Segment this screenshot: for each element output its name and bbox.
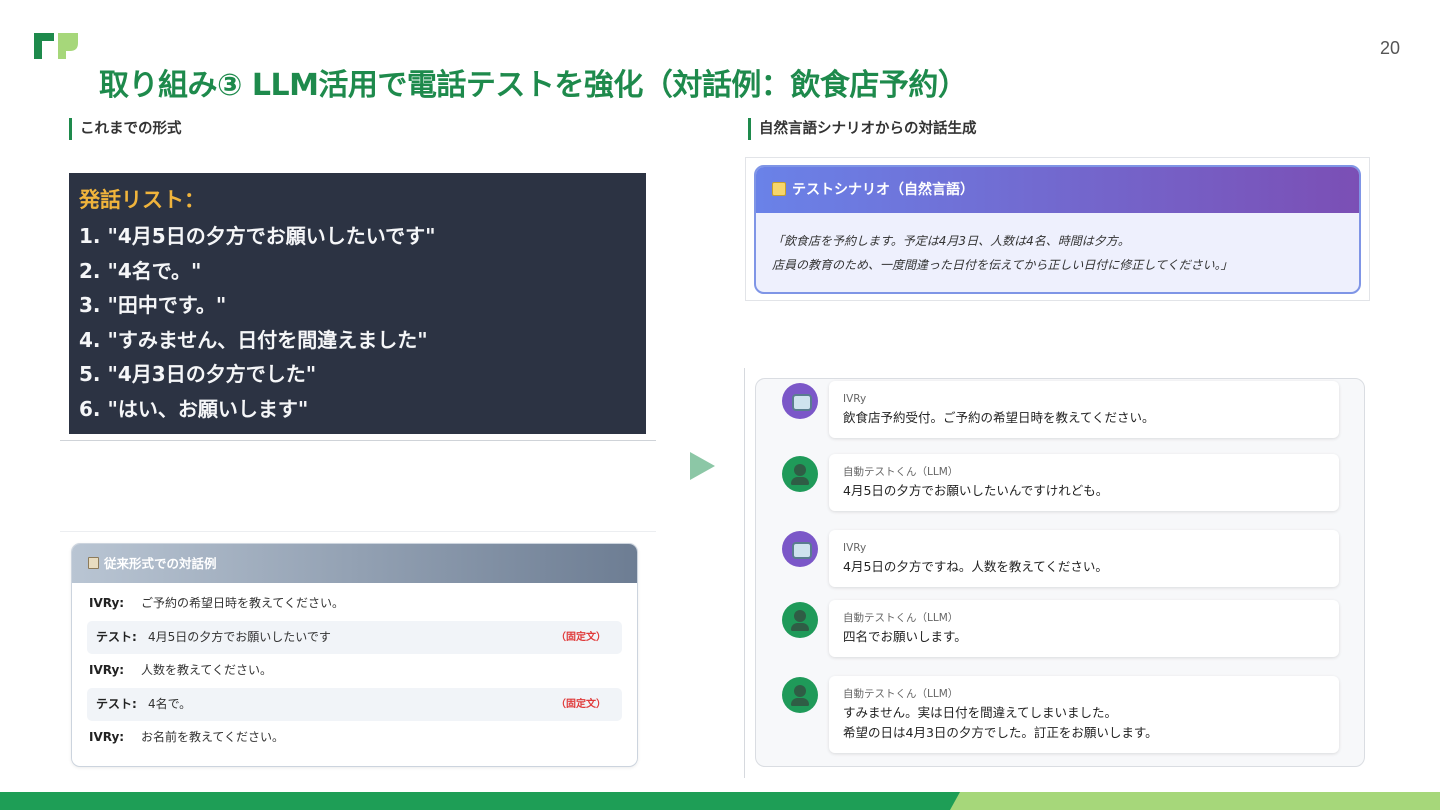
chat-sender: 自動テストくん（LLM）: [843, 612, 959, 624]
utterance-list-item: 1. "4月5日の夕方でお願いしたいです": [79, 224, 436, 248]
dialogue-row: IVRy: ご予約の希望日時を教えてください。: [87, 587, 622, 621]
bot-avatar-icon: [782, 531, 818, 567]
dialogue-speaker: IVRy:: [89, 663, 125, 677]
user-avatar-icon: [782, 602, 818, 638]
dialogue-text: 4名で。: [148, 696, 192, 711]
scenario-text: 「飲食店を予約します。予定は4月3日、人数は4名、時間は夕方。 店員の教育のため…: [772, 234, 1233, 272]
fixed-text-tag: （固定文）: [556, 698, 606, 710]
section-label-previous: これまでの形式: [69, 118, 182, 140]
utterance-list-title: 発話リスト：: [79, 188, 205, 212]
dialogue-speaker: テスト:: [96, 629, 137, 644]
conventional-dialogue-card: 従来形式での対話例 IVRy: ご予約の希望日時を教えてください。テスト: 4月5日…: [71, 543, 638, 767]
chat-sender: IVRy: [843, 393, 867, 405]
scenario-header: テストシナリオ（自然言語）: [756, 167, 1359, 213]
utterance-list-item: 5. "4月3日の夕方でした": [79, 362, 317, 386]
bot-avatar-icon: [782, 383, 818, 419]
divider: [744, 368, 745, 778]
chat-bubble: 自動テストくん（LLM） 4月5日の夕方でお願いしたいんですけれども。: [829, 454, 1339, 511]
divider: [60, 531, 656, 532]
footer-bar: [0, 792, 1000, 810]
chat-text: 4月5日の夕方ですね。人数を教えてください。: [843, 559, 1108, 574]
utterance-list-item: 2. "4名で。": [79, 258, 202, 283]
chat-text: 四名でお願いします。: [843, 629, 967, 644]
dialogue-text: ご予約の希望日時を教えてください。: [141, 596, 345, 610]
dialogue-text: お名前を教えてください。: [141, 730, 285, 744]
chat-text: 4月5日の夕方でお願いしたいんですけれども。: [843, 483, 1109, 498]
chat-bubble: 自動テストくん（LLM） すみません。実は日付を間違えてしまいました。希望の日は4…: [829, 676, 1339, 753]
dialogue-row: テスト: 4名で。 （固定文）: [87, 687, 622, 721]
chat-bubble: IVRy 4月5日の夕方ですね。人数を教えてください。: [829, 530, 1339, 587]
fixed-text-tag: （固定文）: [556, 631, 606, 643]
chat-text: 希望の日は4月3日の夕方でした。訂正をお願いします。: [843, 725, 1158, 740]
generated-chat-panel: IVRy 飲食店予約受付。ご予約の希望日時を教えてください。 自動テストくん（LLM…: [755, 378, 1365, 767]
conventional-dialogue-header: 従来形式での対話例: [72, 544, 637, 583]
chat-sender: 自動テストくん（LLM）: [843, 466, 959, 478]
memo-icon: [772, 182, 786, 196]
brand-logo-icon: [34, 33, 78, 59]
utterance-list-item: 3. "田中です。": [79, 293, 227, 317]
utterance-list-item: 6. "はい、お願いします": [79, 396, 309, 421]
chat-sender: IVRy: [843, 542, 867, 554]
chat-bubble: 自動テストくん（LLM） 四名でお願いします。: [829, 600, 1339, 657]
clipboard-icon: [88, 557, 99, 569]
chat-sender: 自動テストくん（LLM）: [843, 688, 959, 700]
user-avatar-icon: [782, 456, 818, 492]
section-label-natural-language: 自然言語シナリオからの対話生成: [748, 118, 977, 140]
dialogue-speaker: IVRy:: [89, 730, 125, 744]
utterance-list-panel: 発話リスト： 1. "4月5日の夕方でお願いしたいです" 2. "4名で。" 3. …: [69, 173, 646, 434]
dialogue-row: IVRy: お名前を教えてください。: [87, 721, 622, 755]
page-number: 20: [1379, 38, 1400, 58]
footer-bar-accent: [950, 792, 1440, 810]
dialogue-speaker: IVRy:: [89, 596, 125, 610]
dialogue-row: IVRy: 人数を教えてください。: [87, 654, 622, 688]
dialogue-speaker: テスト:: [96, 696, 137, 711]
chat-text: 飲食店予約受付。ご予約の希望日時を教えてください。: [843, 410, 1155, 425]
dialogue-text: 4月5日の夕方でお願いしたいです: [148, 629, 331, 644]
user-avatar-icon: [782, 677, 818, 713]
divider: [60, 440, 656, 441]
page-title: 取り組み③ LLM活用で電話テストを強化（対話例：飲食店予約）: [99, 68, 968, 103]
dialogue-text: 人数を教えてください。: [141, 663, 273, 677]
dialogue-row: テスト: 4月5日の夕方でお願いしたいです （固定文）: [87, 620, 622, 654]
utterance-list-item: 4. "すみません、日付を間違えました": [79, 327, 428, 352]
chat-text: すみません。実は日付を間違えてしまいました。: [843, 705, 1118, 720]
arrow-right-icon: [690, 452, 715, 480]
chat-bubble: IVRy 飲食店予約受付。ご予約の希望日時を教えてください。: [829, 381, 1339, 438]
scenario-card: テストシナリオ（自然言語） 「飲食店を予約します。予定は4月3日、人数は4名、時…: [754, 165, 1361, 294]
